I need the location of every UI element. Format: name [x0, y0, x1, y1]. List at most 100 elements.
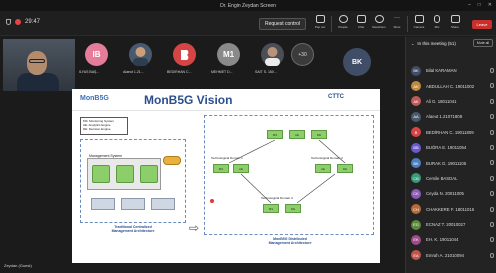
participant-list: BK Bilal KARAMAN AK ABDULLAH C. 19011002 A…	[406, 63, 496, 263]
request-control-button[interactable]: Request control	[259, 18, 306, 30]
leave-button[interactable]: Leave	[472, 20, 492, 29]
share-button[interactable]: Share	[446, 15, 464, 29]
camera-label: Camera	[413, 25, 425, 29]
list-item[interactable]: EA Emrah A. 21010094	[406, 248, 496, 263]
avatar: BB	[411, 142, 421, 153]
panel-title: In this meeting (51)	[417, 40, 456, 46]
recording-indicator: 29:47	[6, 19, 40, 25]
participant-tile[interactable]: SAİT S. 180...	[255, 40, 291, 80]
participant-name: BURAK G. 19011105	[426, 160, 467, 166]
popout-button[interactable]: Pop out	[311, 15, 329, 29]
list-item[interactable]: AK Ali G. 18011041	[406, 94, 496, 109]
left-caption: Traditional Centralized Management Archi…	[80, 225, 186, 233]
minimize-icon[interactable]: –	[468, 2, 471, 8]
logo-icon	[180, 49, 188, 60]
ms-block	[92, 165, 110, 183]
avatar: CH	[411, 204, 421, 215]
window-title: Dr. Engin Zeydan Screen	[220, 2, 276, 9]
list-item[interactable]: BK Bilal KARAMAN	[406, 63, 496, 78]
participant-tile[interactable]: BEDİRHAN C...	[167, 40, 203, 80]
domain-block	[91, 198, 115, 210]
list-item[interactable]: EK EH. K. 19011044	[406, 232, 496, 247]
mic-icon	[434, 15, 440, 23]
chat-button[interactable]: Chat	[352, 15, 370, 29]
avatar: AK	[411, 96, 421, 107]
avatar: BK	[411, 65, 421, 76]
avatar: EG	[411, 219, 421, 230]
participant-name: Cemile BASDAL	[426, 175, 458, 181]
reactions-button[interactable]: Reactions	[370, 15, 388, 29]
meeting-timer: 29:47	[25, 19, 41, 25]
mic-icon	[490, 114, 494, 120]
camera-icon	[414, 15, 424, 23]
mute-all-button[interactable]: Mute all	[473, 39, 493, 47]
chevron-down-icon[interactable]: ⌄	[411, 41, 414, 46]
person-photo-icon	[133, 47, 148, 66]
list-item[interactable]: B BEDİRHAN C. 19011809	[406, 125, 496, 140]
participant-tile[interactable]: Alaeut 1.21...	[123, 40, 159, 80]
mic-icon	[490, 191, 494, 197]
self-video[interactable]	[3, 39, 75, 91]
close-icon[interactable]: ✕	[488, 2, 492, 8]
more-button[interactable]: ··· More	[388, 15, 406, 29]
mic-icon	[490, 237, 494, 243]
list-item[interactable]: EG ECNAZ T. 20010027	[406, 217, 496, 232]
presenter-name: Zeydan (Guest)	[4, 263, 32, 268]
participant-name: İLYAS BAŞ...	[79, 70, 100, 74]
list-item[interactable]: AA Alaeut 1.21071808	[406, 109, 496, 124]
participant-name: MEHMET D...	[211, 70, 233, 74]
caption-line: Management Architecture	[268, 241, 312, 245]
more-participants-button[interactable]: +30	[291, 43, 314, 66]
management-system-box	[87, 158, 161, 190]
leave-label: Leave	[476, 22, 488, 27]
window-controls: – □ ✕	[468, 2, 492, 8]
spotlight-avatar[interactable]: BK	[343, 48, 371, 76]
participant-name: Alaeut 1.21...	[123, 70, 144, 74]
participant-strip: IB İLYAS BAŞ... Alaeut 1.21... BEDİRHAN …	[79, 40, 369, 80]
people-icon	[338, 15, 348, 23]
person-shirt	[17, 73, 59, 91]
reactions-label: Reactions	[372, 25, 386, 29]
list-item[interactable]: AK ABDULLAH C. 19011002	[406, 78, 496, 93]
avatar: IB	[85, 43, 108, 66]
slide-legend: MS: Monitoring System AE: Analytics Engi…	[80, 117, 128, 135]
mic-icon	[490, 252, 494, 258]
policy-pill	[163, 156, 181, 165]
list-item[interactable]: BB BUĞRA E. 19011054	[406, 140, 496, 155]
camera-button[interactable]: Camera	[410, 15, 428, 29]
maximize-icon[interactable]: □	[478, 2, 481, 8]
participant-name: CHAKKERE F. 18011016	[426, 206, 475, 212]
participant-name: BEDİRHAN C...	[167, 70, 192, 74]
cttc-logo: CTTC	[328, 94, 344, 100]
shield-icon	[6, 19, 11, 25]
toolbar-divider	[407, 16, 408, 32]
mic-label: Mic	[434, 25, 440, 29]
participant-tile[interactable]: M1 MEHMET D...	[211, 40, 247, 80]
share-icon	[450, 15, 460, 23]
list-item[interactable]: CB Cemile BASDAL	[406, 171, 496, 186]
person-glasses	[29, 59, 45, 63]
slide-logo: MonB5G	[80, 95, 109, 102]
connection-arrows	[228, 139, 346, 204]
person-head	[27, 51, 47, 75]
list-item[interactable]: BK BURAK G. 19011105	[406, 155, 496, 170]
list-item[interactable]: CH CHAKKERE F. 18011016	[406, 202, 496, 217]
toolbar-divider	[331, 16, 332, 32]
mic-icon	[490, 144, 494, 150]
mic-button[interactable]: Mic	[428, 15, 446, 29]
people-button[interactable]: People	[334, 15, 352, 29]
avatar: B	[411, 127, 421, 138]
transition-arrow-icon: ⇨	[189, 221, 200, 235]
participant-name: Emrah A. 21010094	[426, 252, 464, 258]
avatar: CK	[411, 188, 421, 199]
shared-slide: MonB5G MonB5G Vision CTTC MS: Monitoring…	[72, 89, 380, 263]
centralized-diagram: Management System	[80, 139, 186, 223]
meeting-window: Dr. Engin Zeydan Screen – □ ✕ 29:47 Requ…	[0, 0, 496, 273]
meeting-toolbar: 29:47 Request control Pop out People Cha…	[0, 11, 496, 36]
list-item[interactable]: CK Ceyda N. 20011005	[406, 186, 496, 201]
mic-icon	[490, 160, 494, 166]
participant-name: ECNAZ T. 20010027	[426, 222, 466, 228]
right-caption: MonB5G Distributed Management Architectu…	[222, 237, 358, 245]
participant-tile[interactable]: IB İLYAS BAŞ...	[79, 40, 115, 80]
participant-name: Bilal KARAMAN	[426, 68, 457, 74]
